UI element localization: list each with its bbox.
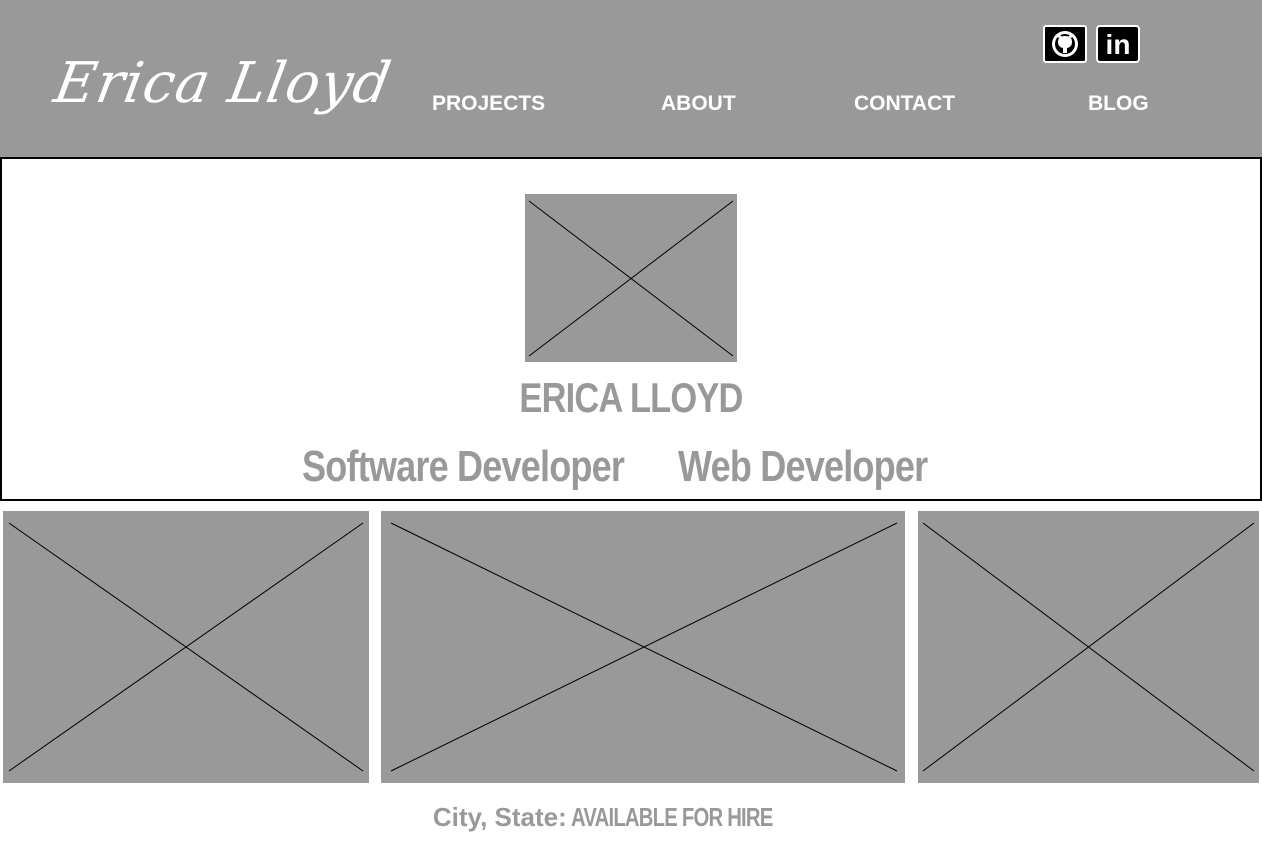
site-logo[interactable]: Erica Lloyd [49,51,396,116]
nav-blog[interactable]: BLOG [1088,92,1149,116]
project-image-placeholder-2[interactable] [381,511,905,783]
nav-about[interactable]: ABOUT [661,92,736,116]
svg-text:in: in [1106,29,1131,60]
nav-projects[interactable]: PROJECTS [432,92,545,116]
availability-status: AVAILABLE FOR HIRE [570,802,773,832]
footer: City, State: AVAILABLE FOR HIRE [0,800,1262,839]
nav-contact[interactable]: CONTACT [854,92,955,116]
profile-image-placeholder [525,194,737,362]
hero-name: ERICA LLOYD [519,374,743,421]
role-software-developer: Software Developer [302,442,625,491]
github-icon[interactable] [1043,25,1087,63]
linkedin-icon[interactable]: in [1096,25,1140,63]
footer-location: City, State: [432,802,567,832]
role-web-developer: Web Developer [678,442,928,491]
project-image-placeholder-3[interactable] [918,511,1259,783]
project-image-placeholder-1[interactable] [3,511,369,783]
site-header: Erica Lloyd PROJECTS ABOUT CONTACT BLOG … [0,0,1262,158]
